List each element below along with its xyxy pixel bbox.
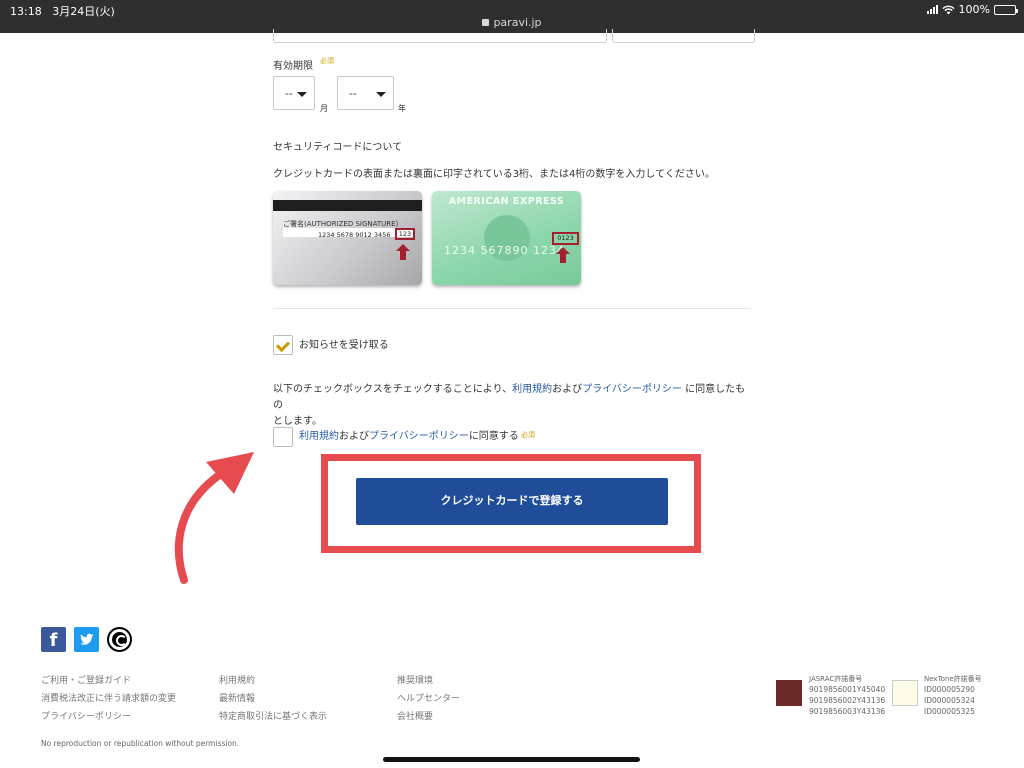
consent-required-badge: 必須 <box>521 431 535 439</box>
footer-link-terms[interactable]: 利用規約 <box>219 673 255 686</box>
address-url: paravi.jp <box>493 16 542 29</box>
twitter-icon[interactable] <box>74 627 99 652</box>
check-icon <box>275 337 291 353</box>
terms-link[interactable]: 利用規約 <box>512 384 552 395</box>
year-unit: 年 <box>398 104 406 113</box>
consent-notice-post-2: とします。 <box>273 416 322 427</box>
card-front-illustration: AMERICAN EXPRESS 1234 567890 1234 0123 <box>432 191 581 285</box>
nextone-ids: ID000005290 ID000005324 ID000005325 <box>924 684 975 717</box>
consent-notice: 以下のチェックボックスをチェックすることにより、利用規約およびプライバシーポリシ… <box>273 382 753 430</box>
card-back-illustration: ご署名(AUTHORIZED SIGNATURE) 1234 5678 9012… <box>273 191 422 285</box>
copyright-c-icon[interactable] <box>107 627 132 652</box>
footer-link-company[interactable]: 会社概要 <box>397 709 433 722</box>
footer-link-environment[interactable]: 推奨環境 <box>397 673 433 686</box>
card-name-input[interactable] <box>273 29 607 43</box>
card-back-security-code: 123 <box>395 228 415 240</box>
consent-notice-and: および <box>552 384 583 395</box>
security-title: セキュリティコードについて <box>273 142 403 153</box>
card-brand: AMERICAN EXPRESS <box>448 196 565 207</box>
address-bar[interactable]: paravi.jp <box>0 16 1024 29</box>
consent-and: および <box>339 431 369 442</box>
jasrac-label: JASRAC許諾番号 <box>809 675 863 683</box>
lock-icon <box>482 19 490 26</box>
footer-link-tax[interactable]: 消費税法改正に伴う請求額の変更 <box>41 691 176 704</box>
battery-icon <box>994 4 1018 15</box>
jasrac-id: 9019856003Y43136 <box>809 707 886 716</box>
consent-notice-pre: 以下のチェックボックスをチェックすることにより、 <box>273 384 513 395</box>
register-with-credit-card-button[interactable]: クレジットカードで登録する <box>356 478 668 525</box>
jasrac-logo <box>776 680 802 706</box>
home-indicator[interactable] <box>383 757 640 762</box>
curved-arrow-icon <box>174 452 254 584</box>
expiry-year-select[interactable]: -- <box>337 76 394 110</box>
security-description: クレジットカードの表面または裏面に印字されている3桁、または4桁の数字を入力して… <box>273 169 715 180</box>
footer-link-commerce[interactable]: 特定商取引法に基づく表示 <box>219 709 327 722</box>
jasrac-id: 9019856002Y43136 <box>809 696 886 705</box>
section-divider <box>273 308 751 309</box>
newsletter-checkbox[interactable] <box>273 335 293 355</box>
consent-checkbox[interactable] <box>273 427 293 447</box>
expiry-month-select[interactable]: -- <box>273 76 315 110</box>
consent-suffix: に同意する <box>468 431 519 442</box>
card-name-input-2[interactable] <box>612 29 755 43</box>
expiry-month-value: -- <box>285 87 293 100</box>
nextone-id: ID000005325 <box>924 707 975 716</box>
arrow-up-icon <box>556 247 570 263</box>
footer-link-guide[interactable]: ご利用・ご登録ガイド <box>41 673 131 686</box>
card-back-number: 1234 5678 9012 3456 <box>318 231 391 239</box>
nextone-id: ID000005290 <box>924 685 975 694</box>
footer-link-news[interactable]: 最新情報 <box>219 691 255 704</box>
status-indicators: 100% <box>926 3 1018 16</box>
magnetic-stripe <box>273 200 422 211</box>
expiry-label: 有効期限 <box>273 61 313 72</box>
signal-icon <box>926 5 938 14</box>
battery-percent: 100% <box>958 3 990 16</box>
privacy-link[interactable]: プライバシーポリシー <box>582 384 682 395</box>
expiry-year-value: -- <box>349 87 357 100</box>
month-unit: 月 <box>320 104 328 113</box>
jasrac-ids: 9019856001Y45040 9019856002Y43136 901985… <box>809 684 885 717</box>
jasrac-id: 9019856001Y45040 <box>809 685 886 694</box>
footer-link-privacy[interactable]: プライバシーポリシー <box>41 709 131 722</box>
consent-privacy-link[interactable]: プライバシーポリシー <box>369 431 469 442</box>
facebook-icon[interactable]: f <box>41 627 66 652</box>
consent-terms-link[interactable]: 利用規約 <box>299 431 339 442</box>
chevron-down-icon <box>376 92 386 97</box>
wifi-icon <box>941 5 955 14</box>
card-front-number: 1234 567890 1234 <box>444 244 565 257</box>
arrow-up-icon <box>396 244 410 260</box>
card-front-security-code: 0123 <box>552 232 579 245</box>
nextone-id: ID000005324 <box>924 696 975 705</box>
expiry-required-badge: 必須 <box>320 57 334 65</box>
consent-label: 利用規約およびプライバシーポリシーに同意する <box>299 429 519 445</box>
newsletter-label: お知らせを受け取る <box>299 340 389 351</box>
chevron-down-icon <box>297 92 307 97</box>
copyright-text: No reproduction or republication without… <box>41 739 240 748</box>
nextone-label: NexTone許諾番号 <box>924 675 982 683</box>
nextone-logo <box>892 680 918 706</box>
footer-link-help[interactable]: ヘルプセンター <box>397 691 460 704</box>
